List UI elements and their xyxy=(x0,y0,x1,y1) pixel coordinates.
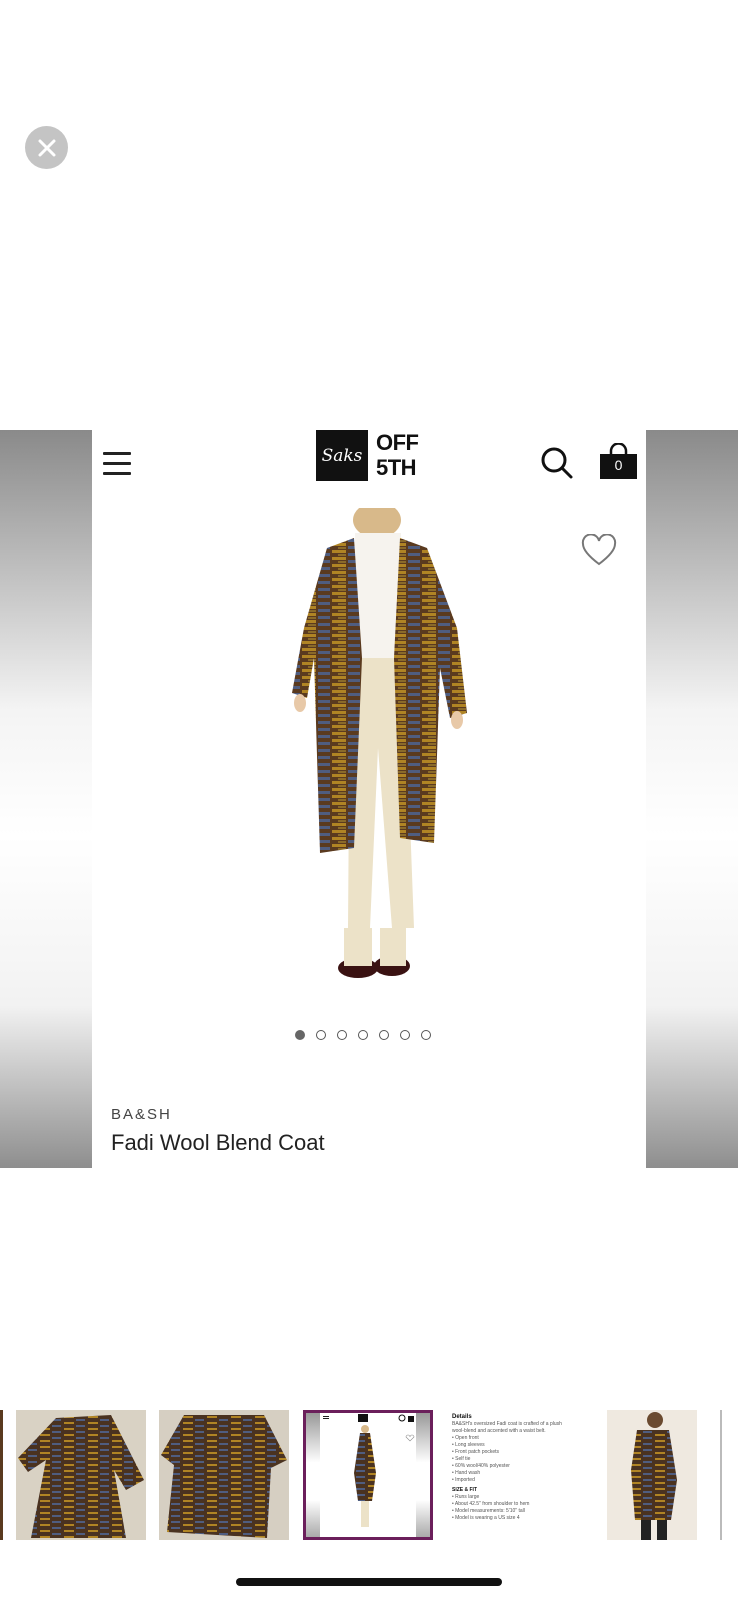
details-bullet: • Hand wash xyxy=(452,1470,481,1476)
hamburger-menu-icon xyxy=(103,452,131,482)
coat-flat-image xyxy=(18,1415,144,1538)
bag-count: 0 xyxy=(614,457,623,473)
image-carousel-dots xyxy=(295,1030,431,1040)
carousel-dot[interactable] xyxy=(337,1030,347,1040)
carousel-dot[interactable] xyxy=(316,1030,326,1040)
close-icon xyxy=(38,139,55,156)
carousel-dot[interactable] xyxy=(295,1030,305,1040)
carousel-dot[interactable] xyxy=(379,1030,389,1040)
size-bullet: • Model is wearing a US size 4 xyxy=(452,1515,520,1521)
details-heading: Details xyxy=(452,1414,472,1420)
thumbnail[interactable] xyxy=(720,1410,722,1540)
logo-line1: OFF xyxy=(376,430,419,455)
details-bullet: • Imported xyxy=(452,1477,475,1483)
home-indicator[interactable] xyxy=(236,1578,502,1586)
details-description: BA&SH's oversized Fadi coat is crafted o… xyxy=(452,1421,562,1434)
product-page-screenshot: Saks OFF 5TH 0 BA&SH Fadi Wool Blend Coa… xyxy=(92,430,646,1168)
search-icon xyxy=(541,447,573,479)
size-bullet: • Model measurements: 5'10" tall xyxy=(452,1508,525,1514)
right-edge-gradient xyxy=(646,430,738,1168)
size-bullet: • About 42.5" from shoulder to hem xyxy=(452,1501,530,1507)
thumbnail[interactable] xyxy=(159,1410,289,1540)
product-brand: BA&SH xyxy=(111,1106,172,1123)
shopping-bag-icon: 0 xyxy=(600,442,637,479)
details-bullet: • Self tie xyxy=(452,1456,471,1462)
logo-wordmark: OFF 5TH xyxy=(376,430,419,480)
size-bullet: • Runs large xyxy=(452,1494,480,1500)
size-fit-heading: SIZE & FIT xyxy=(452,1487,477,1493)
logo-line2: 5TH xyxy=(376,455,417,480)
thumbnail[interactable] xyxy=(0,1410,3,1540)
details-bullet: • Long sleeves xyxy=(452,1442,485,1448)
thumbnail-strip[interactable]: Details BA&SH's oversized Fadi coat is c… xyxy=(0,1410,738,1542)
logo-script: Saks xyxy=(321,445,363,466)
details-bullet: • Open front xyxy=(452,1435,479,1441)
left-edge-gradient xyxy=(0,430,92,1168)
saks-logo-mark: Saks xyxy=(316,430,368,481)
thumbnail[interactable] xyxy=(607,1410,697,1540)
close-button[interactable] xyxy=(25,126,68,169)
product-model-image xyxy=(292,508,467,978)
coat-back-image xyxy=(161,1415,287,1538)
carousel-dot[interactable] xyxy=(400,1030,410,1040)
coat-side-image xyxy=(631,1412,677,1540)
heart-icon xyxy=(581,534,617,566)
thumbnail-details[interactable]: Details BA&SH's oversized Fadi coat is c… xyxy=(446,1410,576,1540)
product-name: Fadi Wool Blend Coat xyxy=(111,1130,325,1155)
thumbnail[interactable] xyxy=(16,1410,146,1540)
carousel-dot[interactable] xyxy=(358,1030,368,1040)
image-viewer[interactable]: Saks OFF 5TH 0 BA&SH Fadi Wool Blend Coa… xyxy=(0,430,738,1168)
mini-screenshot-image xyxy=(323,1414,415,1527)
details-bullet: • 60% wool/40% polyester xyxy=(452,1463,510,1469)
carousel-dot[interactable] xyxy=(421,1030,431,1040)
details-bullet: • Front patch pockets xyxy=(452,1449,500,1455)
thumbnail-selected[interactable] xyxy=(303,1410,433,1540)
details-mini-text: Details BA&SH's oversized Fadi coat is c… xyxy=(452,1414,572,1522)
